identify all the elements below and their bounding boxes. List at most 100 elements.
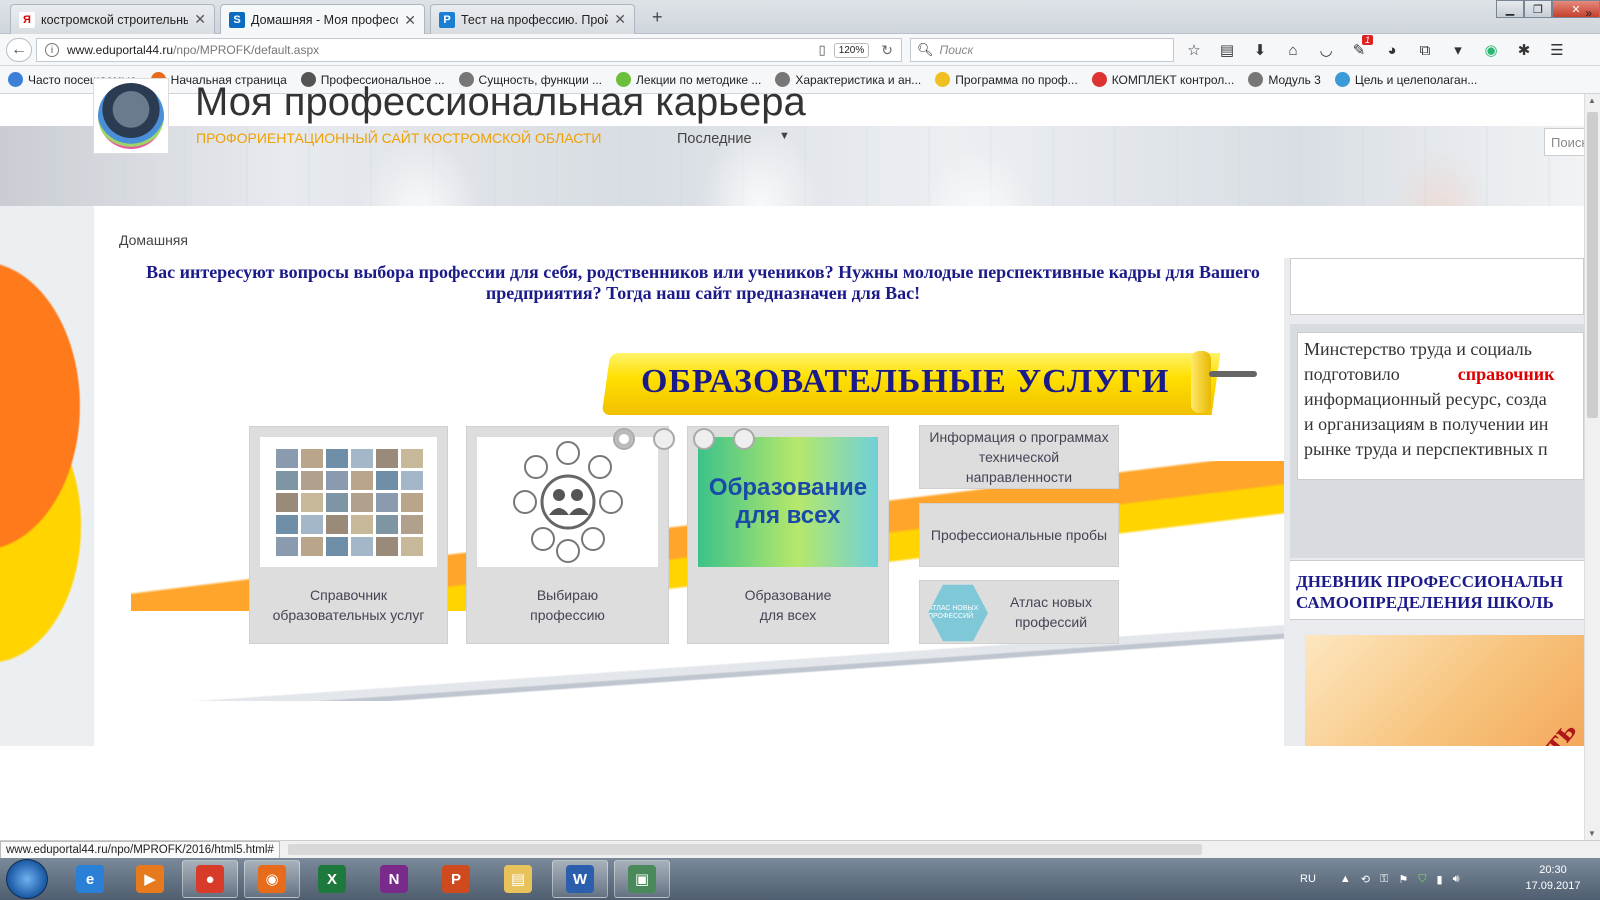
slider-prev-button[interactable]: ‹ [147, 517, 209, 579]
addon-icon[interactable]: ⧉ [1415, 40, 1435, 60]
taskbar-app-onenote[interactable]: N [366, 860, 422, 898]
flag-icon[interactable]: ⚑ [1398, 873, 1408, 886]
slider-dot[interactable] [693, 428, 715, 450]
extension-icon[interactable]: ✎ 1 [1349, 35, 1373, 60]
minimize-button[interactable]: ▁ [1496, 0, 1524, 18]
language-indicator[interactable]: RU [1300, 873, 1316, 885]
taskbar-app-word[interactable]: W [552, 860, 608, 898]
slider-dot[interactable] [613, 428, 635, 450]
library-icon[interactable]: ▤ [1217, 40, 1237, 60]
address-bar[interactable]: i www.eduportal44.ru/npo/MPROFK/default.… [36, 38, 902, 62]
tile-label: Образование [744, 587, 832, 603]
reader-view-icon[interactable]: ▯ [819, 42, 826, 58]
slider-dot[interactable] [733, 428, 755, 450]
tray-expand-icon[interactable]: ▲ [1340, 873, 1351, 885]
vertical-scrollbar[interactable]: ▲ ▼ [1584, 94, 1600, 840]
tab-1[interactable]: Я костромской строительный ... ✕ [10, 4, 215, 34]
news-line: Минстерство труда и социаль [1304, 339, 1532, 359]
shield-icon[interactable]: ⛉ [1418, 873, 1426, 886]
menu-icon[interactable]: ☰ [1547, 40, 1567, 60]
site-search-input[interactable]: Поиск [1544, 128, 1588, 156]
tile-label: Выбираю [536, 587, 599, 603]
bookmarks-more[interactable]: » [1585, 6, 1592, 20]
bookmark-item[interactable]: Программа по проф... [935, 72, 1078, 87]
slider-next-button[interactable]: › [1168, 533, 1230, 595]
scroll-down-icon[interactable]: ▼ [1588, 829, 1596, 838]
tile-atlas-professions[interactable]: АТЛАС НОВЫХ ПРОФЕССИЙ Атлас новых профес… [919, 580, 1119, 644]
close-icon[interactable]: ✕ [404, 12, 416, 29]
taskbar-app-powerpoint[interactable]: P [428, 860, 484, 898]
taskbar-app-excel[interactable]: X [304, 860, 360, 898]
dropdown-icon[interactable]: ▾ [1448, 40, 1468, 60]
network-sync-icon[interactable]: ⟲ [1361, 873, 1370, 886]
chrome-icon: ● [196, 865, 224, 893]
chevron-down-icon[interactable]: ▼ [779, 130, 790, 142]
new-tab-button[interactable]: + [652, 7, 663, 28]
tab-2[interactable]: S Домашняя - Моя професси... ✕ [220, 4, 425, 35]
taskbar-app-ie[interactable]: e [62, 860, 118, 898]
site-logo[interactable] [93, 78, 169, 154]
url-host: www.eduportal44.ru [67, 43, 174, 57]
tile-label-2: профессию [530, 607, 605, 623]
download-icon[interactable]: ⬇ [1250, 40, 1270, 60]
bookmark-icon [1248, 72, 1264, 87]
back-button[interactable]: ← [6, 38, 32, 62]
diary-heading[interactable]: ДНЕВНИК ПРОФЕССИОНАЛЬН САМООПРЕДЕЛЕНИЯ Ш… [1290, 560, 1584, 620]
taskbar-app-chrome[interactable]: ● [182, 860, 238, 898]
taskbar-app-media[interactable]: ▶ [122, 860, 178, 898]
windows-taskbar: e ▶ ● ◉ X N P ▤ W ▣ RU ▲ ⟲ ⚿ ⚑ ⛉ ▮ 🔊︎ 20:30 17.09… [0, 858, 1600, 900]
sidebar-empty-box [1290, 258, 1584, 315]
tile-education-for-all[interactable]: Образование для всех Образование для всех [687, 426, 889, 644]
sidebar-news-text: Минстерство труда и социаль подготовило с… [1297, 332, 1584, 480]
address-text[interactable]: www.eduportal44.ru/npo/MPROFK/default.as… [67, 43, 811, 57]
tile-technical-programs[interactable]: Информация о программах технической напр… [919, 425, 1119, 489]
tab-title: костромской строительный ... [41, 12, 188, 27]
home-icon[interactable]: ⌂ [1283, 40, 1303, 60]
tab-3[interactable]: P Тест на профессию. Пройти... ✕ [430, 4, 635, 34]
horizontal-scrollbar[interactable] [288, 844, 1202, 855]
bookmark-item[interactable]: Модуль 3 [1248, 72, 1321, 87]
pocket-icon[interactable]: ◡ [1316, 40, 1336, 60]
diary-line: САМООПРЕДЕЛЕНИЯ ШКОЛЬ [1296, 593, 1554, 612]
slider-dot[interactable] [653, 428, 675, 450]
scroll-up-icon[interactable]: ▲ [1588, 96, 1596, 105]
bookmark-item[interactable]: Цель и целеполаган... [1334, 72, 1477, 87]
scroll-thumb[interactable] [1587, 112, 1598, 418]
site-title[interactable]: Моя профессиональная карьера [195, 80, 806, 125]
taskbar-app-firefox[interactable]: ◉ [244, 860, 300, 898]
bookmark-item[interactable]: КОМПЛЕКТ контрол... [1091, 72, 1234, 87]
info-icon[interactable]: i [45, 43, 59, 57]
recent-menu[interactable]: Последние [677, 131, 752, 147]
close-icon[interactable]: ✕ [614, 11, 626, 28]
bookmark-icon [1091, 72, 1107, 87]
close-window-button[interactable]: ✕ [1552, 0, 1600, 18]
puzzle-icon[interactable]: ✱ [1514, 40, 1534, 60]
diary-banner-image[interactable]: брать [1305, 635, 1584, 746]
zoom-indicator[interactable]: 120% [833, 42, 870, 58]
image-text: Образование [708, 474, 868, 501]
directory-link[interactable]: справочник [1458, 364, 1555, 384]
start-button[interactable] [6, 859, 48, 899]
tile-professional-trials[interactable]: Профессиональные пробы [919, 503, 1119, 567]
tile-services-directory[interactable]: Справочник образовательных услуг [249, 426, 448, 644]
tile-choose-profession[interactable]: Выбираю профессию [466, 426, 669, 644]
taskbar-app-explorer[interactable]: ▤ [490, 860, 546, 898]
clock[interactable]: 20:30 17.09.2017 [1518, 862, 1588, 894]
browser-search[interactable]: 🔍︎ Поиск [910, 38, 1174, 62]
vpn-icon[interactable]: ◉ [1481, 40, 1501, 60]
close-icon[interactable]: ✕ [194, 11, 206, 28]
tab-title: Домашняя - Моя професси... [251, 13, 398, 27]
bookmark-star-icon[interactable]: ☆ [1184, 40, 1204, 60]
colorful-extension-icon[interactable]: ◕ [1382, 40, 1402, 60]
taskbar-app-remote[interactable]: ▣ [614, 860, 670, 898]
reload-icon[interactable]: ↻ [881, 42, 893, 59]
signal-icon[interactable]: ▮ [1437, 873, 1443, 886]
hexagon-icon: АТЛАС НОВЫХ ПРОФЕССИЙ [928, 584, 988, 642]
tile-label-2: для всех [759, 607, 817, 623]
volume-icon[interactable]: 🔊︎ [1453, 873, 1460, 886]
security-icon[interactable]: ⚿ [1380, 873, 1388, 886]
powerpoint-icon: P [442, 865, 470, 893]
maximize-button[interactable]: ❐ [1524, 0, 1552, 18]
tile-label: Атлас новых профессий [1010, 594, 1092, 630]
ribbon-title: ОБРАЗОВАТЕЛЬНЫЕ УСЛУГИ [641, 363, 1170, 400]
